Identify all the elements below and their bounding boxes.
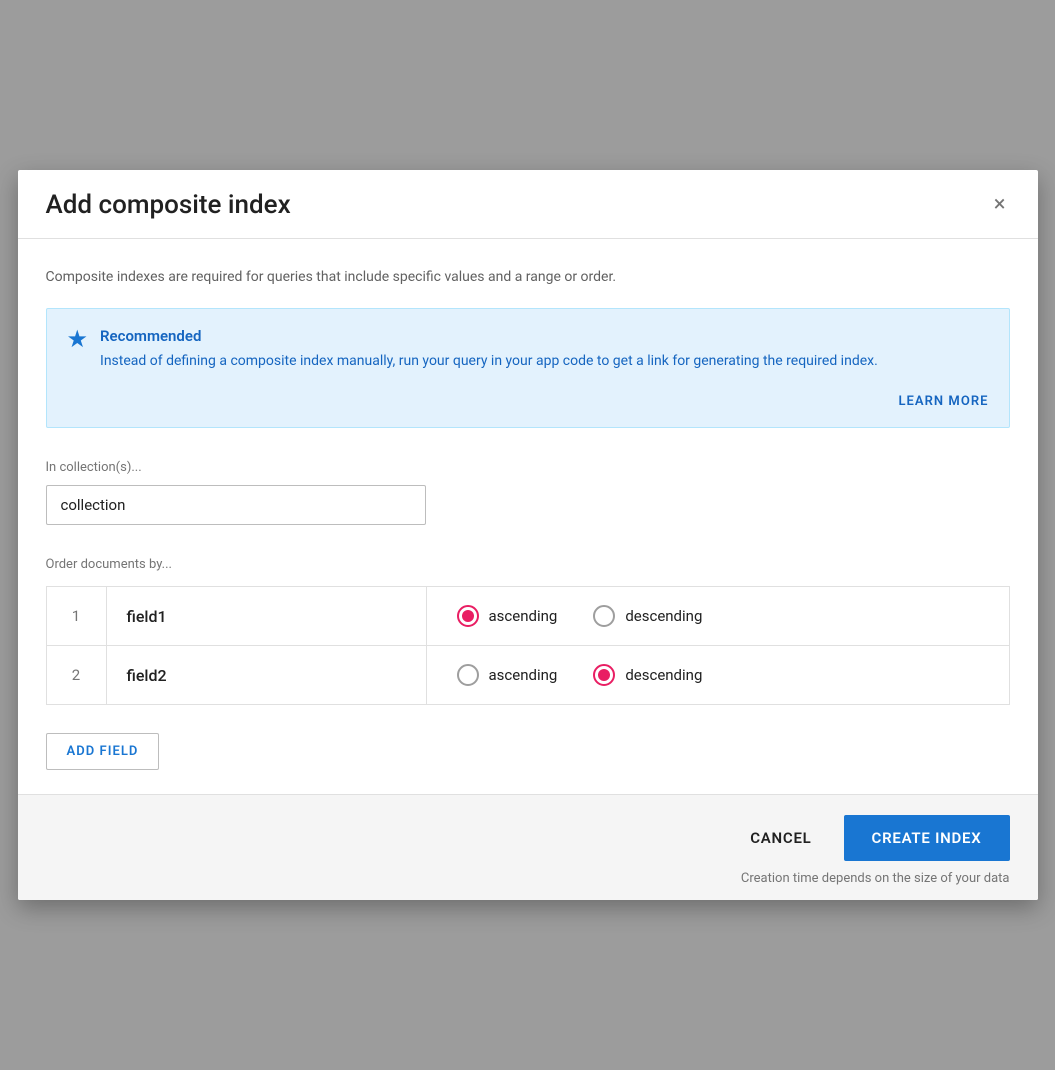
star-icon: ★ xyxy=(67,325,89,353)
order-label: Order documents by... xyxy=(46,557,1010,572)
recommendation-top: ★ Recommended Instead of defining a comp… xyxy=(67,327,989,372)
ascending-label-2: ascending xyxy=(489,666,558,684)
close-button[interactable]: × xyxy=(990,190,1010,220)
dialog-overlay: Add composite index × Composite indexes … xyxy=(0,0,1055,1070)
dialog-title: Add composite index xyxy=(46,190,291,220)
subtitle-text: Composite indexes are required for queri… xyxy=(46,267,1010,288)
field-options-2: ascending descending xyxy=(426,646,1009,705)
dialog-footer: CANCEL CREATE INDEX Creation time depend… xyxy=(18,794,1038,900)
ascending-radio-inner-1 xyxy=(462,610,474,622)
collection-input[interactable] xyxy=(46,485,426,525)
learn-more-button[interactable]: LEARN MORE xyxy=(898,390,988,413)
learn-more-row: LEARN MORE xyxy=(67,390,989,413)
dialog: Add composite index × Composite indexes … xyxy=(18,170,1038,900)
descending-label-2: descending xyxy=(625,666,702,684)
ascending-option-1[interactable]: ascending xyxy=(457,605,558,627)
add-field-button[interactable]: ADD FIELD xyxy=(46,733,160,770)
ascending-option-2[interactable]: ascending xyxy=(457,664,558,686)
radio-group-1: ascending descending xyxy=(457,605,979,627)
descending-radio-1[interactable] xyxy=(593,605,615,627)
collection-label: In collection(s)... xyxy=(46,460,1010,475)
recommendation-title: Recommended xyxy=(100,327,988,345)
descending-radio-2[interactable] xyxy=(593,664,615,686)
descending-radio-inner-2 xyxy=(598,669,610,681)
field-name-2: field2 xyxy=(106,646,426,705)
descending-label-1: descending xyxy=(625,607,702,625)
field-options-1: ascending descending xyxy=(426,587,1009,646)
table-row: 2 field2 ascending xyxy=(46,646,1009,705)
fields-table: 1 field1 ascending xyxy=(46,586,1010,705)
cancel-button[interactable]: CANCEL xyxy=(726,817,835,859)
radio-group-2: ascending descending xyxy=(457,664,979,686)
footer-note: Creation time depends on the size of you… xyxy=(741,871,1010,886)
descending-option-1[interactable]: descending xyxy=(593,605,702,627)
recommendation-text: Instead of defining a composite index ma… xyxy=(100,351,988,372)
ascending-radio-2[interactable] xyxy=(457,664,479,686)
field-number-1: 1 xyxy=(46,587,106,646)
table-row: 1 field1 ascending xyxy=(46,587,1009,646)
dialog-header: Add composite index × xyxy=(18,170,1038,239)
recommendation-content: Recommended Instead of defining a compos… xyxy=(100,327,988,372)
ascending-radio-1[interactable] xyxy=(457,605,479,627)
dialog-body: Composite indexes are required for queri… xyxy=(18,239,1038,794)
ascending-label-1: ascending xyxy=(489,607,558,625)
create-index-button[interactable]: CREATE INDEX xyxy=(844,815,1010,861)
field-number-2: 2 xyxy=(46,646,106,705)
descending-option-2[interactable]: descending xyxy=(593,664,702,686)
field-name-1: field1 xyxy=(106,587,426,646)
recommendation-box: ★ Recommended Instead of defining a comp… xyxy=(46,308,1010,428)
footer-buttons: CANCEL CREATE INDEX xyxy=(726,815,1009,861)
